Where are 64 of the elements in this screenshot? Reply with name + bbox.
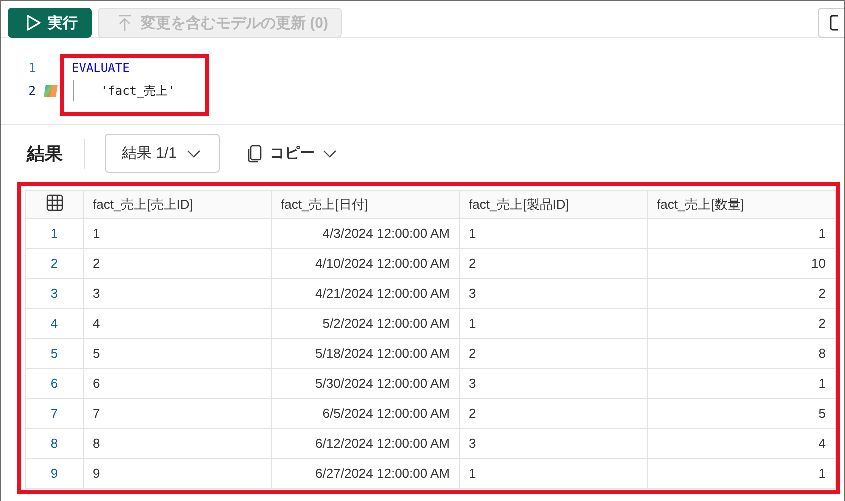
- table-cell: 1: [460, 308, 648, 338]
- table-cell: 1: [648, 368, 836, 398]
- code-line: 'fact_売上': [100, 83, 176, 100]
- table-grid-icon: [46, 194, 64, 212]
- row-number: 6: [26, 368, 84, 398]
- table-cell: 1: [460, 458, 648, 488]
- column-header[interactable]: fact_売上[売上ID]: [84, 190, 272, 218]
- table-cell: 2: [648, 278, 836, 308]
- row-number: 4: [26, 308, 84, 338]
- table-cell: 3: [460, 368, 648, 398]
- table-cell: 2: [460, 248, 648, 278]
- table-cell: 4: [648, 428, 836, 458]
- row-number: 8: [26, 428, 84, 458]
- table-cell: 1: [84, 218, 272, 248]
- column-header[interactable]: fact_売上[製品ID]: [460, 190, 648, 218]
- table-cell: 2: [460, 338, 648, 368]
- table-cell: 5/30/2024 12:00:00 AM: [272, 368, 460, 398]
- result-dropdown[interactable]: 結果 1/1: [105, 134, 220, 173]
- table-cell: 8: [84, 428, 272, 458]
- table-cell: 1: [648, 218, 836, 248]
- row-number: 2: [26, 248, 84, 278]
- row-number: 3: [26, 278, 84, 308]
- table-cell: 3: [460, 428, 648, 458]
- table-cell: 4/21/2024 12:00:00 AM: [272, 278, 460, 308]
- toolbar-button[interactable]: [818, 8, 844, 38]
- upload-arrow-icon: [117, 14, 133, 32]
- table-cell: 6: [84, 368, 272, 398]
- table-cell: 1: [460, 218, 648, 248]
- column-header[interactable]: fact_売上[日付]: [272, 190, 460, 218]
- play-icon: [26, 14, 42, 32]
- table-cell: 3: [460, 278, 648, 308]
- row-number: 1: [26, 218, 84, 248]
- row-number: 7: [26, 398, 84, 428]
- table-cell: 2: [648, 308, 836, 338]
- table-cell: 5/18/2024 12:00:00 AM: [272, 338, 460, 368]
- column-header[interactable]: fact_売上[数量]: [648, 190, 836, 218]
- table-cell: 5: [84, 338, 272, 368]
- row-number: 5: [26, 338, 84, 368]
- run-button[interactable]: 実行: [8, 8, 92, 38]
- copy-icon: [248, 144, 262, 162]
- table-cell: 4/10/2024 12:00:00 AM: [272, 248, 460, 278]
- table-cell: 2: [460, 398, 648, 428]
- table-cell: 1: [648, 458, 836, 488]
- copy-button[interactable]: コピー: [248, 144, 338, 163]
- table-cell: 3: [84, 278, 272, 308]
- line-number: 1: [28, 60, 36, 77]
- chevron-down-icon: [323, 150, 338, 158]
- table-cell: 5: [648, 398, 836, 428]
- table-cell: 7: [84, 398, 272, 428]
- table-cell: 2: [84, 248, 272, 278]
- table-cell: 9: [84, 458, 272, 488]
- table-cell: 5/2/2024 12:00:00 AM: [272, 308, 460, 338]
- table-cell: 4: [84, 308, 272, 338]
- table-cell: 6/27/2024 12:00:00 AM: [272, 458, 460, 488]
- table-cell: 6/12/2024 12:00:00 AM: [272, 428, 460, 458]
- code-line: EVALUATE: [72, 60, 130, 77]
- table-cell: 10: [648, 248, 836, 278]
- line-number: 2: [28, 83, 36, 100]
- table-cell: 4/3/2024 12:00:00 AM: [272, 218, 460, 248]
- results-title: 結果: [27, 142, 63, 166]
- table-cell: 8: [648, 338, 836, 368]
- chevron-down-icon: [187, 150, 202, 158]
- row-number: 9: [26, 458, 84, 488]
- table-cell: 6/5/2024 12:00:00 AM: [272, 398, 460, 428]
